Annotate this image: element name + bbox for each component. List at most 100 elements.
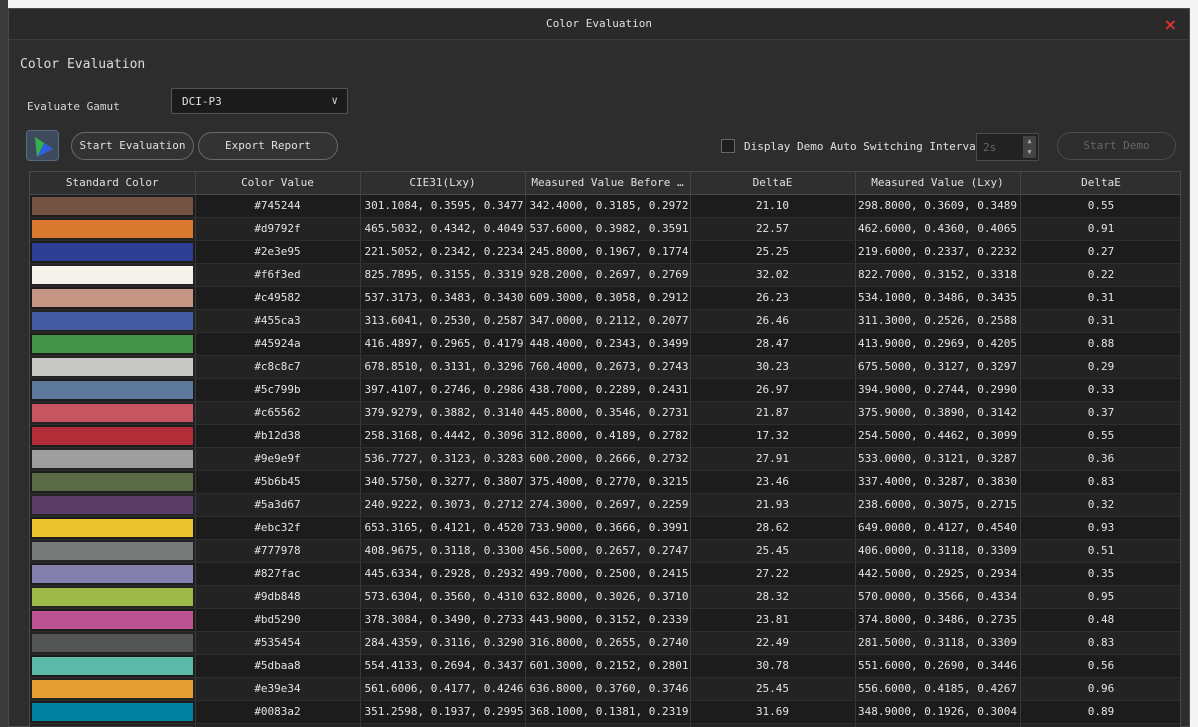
measured-value-cell: 375.9000, 0.3890, 0.3142 [855,401,1021,425]
standard-color-swatch [30,723,196,727]
color-swatch [32,288,193,307]
spin-up-icon[interactable]: ▲ [1023,136,1036,147]
measured-before-cell: 438.7000, 0.2289, 0.2431 [525,378,691,402]
measured-value-cell: 649.0000, 0.4127, 0.4540 [855,516,1021,540]
measured-before-cell: 636.8000, 0.3760, 0.3746 [525,677,691,701]
standard-color-swatch [30,539,196,563]
color-value-cell: #2e3e95 [195,240,361,264]
deltae-cell: 0.83 [1020,631,1180,655]
color-evaluation-dialog: Color Evaluation × Color Evaluation Eval… [8,8,1190,727]
demo-auto-switch-checkbox[interactable] [721,139,735,153]
standard-color-swatch [30,401,196,425]
table-row[interactable]: #e39e34 561.6006, 0.4177, 0.4246 636.8000,… [30,677,1180,701]
table-row[interactable]: #c49582 537.3173, 0.3483, 0.3430 609.3000,… [30,286,1180,310]
deltae-cell: 0.89 [1020,700,1180,724]
table-row[interactable]: #9e9e9f 536.7727, 0.3123, 0.3283 600.2000,… [30,447,1180,471]
table-row[interactable]: #f6f3ed 825.7895, 0.3155, 0.3319 928.2000,… [30,263,1180,287]
color-swatch [32,495,193,514]
col-header-measured-value[interactable]: Measured Value (Lxy) [855,172,1021,195]
table-row[interactable]: #745244 301.1084, 0.3595, 0.3477 342.4000,… [30,194,1180,218]
close-icon[interactable]: × [1164,15,1177,34]
evaluation-table[interactable]: Standard Color Color Value CIE31(Lxy) Me… [29,171,1181,727]
measured-value-cell: 281.5000, 0.3118, 0.3309 [855,631,1021,655]
table-row[interactable]: #363637183.6266, 0.3114, 0.3269204.0000,… [30,723,1180,727]
measured-value-cell: 551.6000, 0.2690, 0.3446 [855,654,1021,678]
cie31-cell: 340.5750, 0.3277, 0.3807 [360,470,526,494]
col-header-measured-before[interactable]: Measured Value Before … [525,172,691,195]
measured-value-cell: 533.0000, 0.3121, 0.3287 [855,447,1021,471]
deltae-cell: 0.35 [1020,562,1180,586]
table-row[interactable]: #5c799b 397.4107, 0.2746, 0.2986 438.7000,… [30,378,1180,402]
cie31-cell: 351.2598, 0.1937, 0.2995 [360,700,526,724]
table-row[interactable]: #45924a 416.4897, 0.2965, 0.4179 448.4000,… [30,332,1180,356]
deltae-cell: 0.31 [1020,309,1180,333]
measured-before-cell: 456.5000, 0.2657, 0.2747 [525,539,691,563]
color-value-cell: #5dbaa8 [195,654,361,678]
table-row[interactable]: #bd5290 378.3084, 0.3490, 0.2733 443.9000,… [30,608,1180,632]
color-value-cell: #b12d38 [195,424,361,448]
table-row[interactable]: #5dbaa8 554.4133, 0.2694, 0.3437 601.3000,… [30,654,1180,678]
deltae-before-cell: 21.93 [690,493,856,517]
table-row[interactable]: #b12d38 258.3168, 0.4442, 0.3096 312.8000,… [30,424,1180,448]
standard-color-swatch [30,240,196,264]
table-row[interactable]: #0083a2 351.2598, 0.1937, 0.2995 368.1000,… [30,700,1180,724]
start-evaluation-button[interactable]: Start Evaluation [71,132,194,160]
cie31-cell: 301.1084, 0.3595, 0.3477 [360,194,526,218]
deltae-cell: 0.83 [1020,470,1180,494]
measured-before-cell: 733.9000, 0.3666, 0.3991 [525,516,691,540]
measured-before-cell: 760.4000, 0.2673, 0.2743 [525,355,691,379]
table-row[interactable]: #2e3e95 221.5052, 0.2342, 0.2234 245.8000,… [30,240,1180,264]
table-row[interactable]: #455ca3 313.6041, 0.2530, 0.2587 347.0000,… [30,309,1180,333]
table-row[interactable]: #5a3d67 240.9222, 0.3073, 0.2712 274.3000,… [30,493,1180,517]
color-value-cell: #e39e34 [195,677,361,701]
color-gamut-icon[interactable] [26,130,59,161]
color-value-cell: #bd5290 [195,608,361,632]
measured-before-cell: 632.8000, 0.3026, 0.3710 [525,585,691,609]
interval-spinner[interactable]: ▲ ▼ [1023,136,1036,158]
cie31-cell: 653.3165, 0.4121, 0.4520 [360,516,526,540]
color-swatch [32,334,193,353]
deltae-cell: 0.32 [1020,493,1180,517]
deltae-cell: 0.22 [1020,263,1180,287]
table-row[interactable]: #ebc32f 653.3165, 0.4121, 0.4520 733.9000,… [30,516,1180,540]
deltae-before-cell: 23.81 [690,608,856,632]
table-row[interactable]: #9db848 573.6304, 0.3560, 0.4310 632.8000,… [30,585,1180,609]
col-header-deltae-before[interactable]: DeltaE [690,172,856,195]
col-header-color-value[interactable]: Color Value [195,172,361,195]
interval-input[interactable]: 2s ▲ ▼ [976,133,1039,161]
color-value-cell: #ebc32f [195,516,361,540]
cie31-cell: 537.3173, 0.3483, 0.3430 [360,286,526,310]
table-row[interactable]: #777978 408.9675, 0.3118, 0.3300 456.5000,… [30,539,1180,563]
measured-before-cell: 443.9000, 0.3152, 0.2339 [525,608,691,632]
table-row[interactable]: #c8c8c7 678.8510, 0.3131, 0.3296 760.4000,… [30,355,1180,379]
standard-color-swatch [30,677,196,701]
measured-value-cell: 534.1000, 0.3486, 0.3435 [855,286,1021,310]
measured-before-cell: 375.4000, 0.2770, 0.3215 [525,470,691,494]
table-row[interactable]: #827fac 445.6334, 0.2928, 0.2932 499.7000,… [30,562,1180,586]
deltae-before-cell: 26.23 [690,286,856,310]
evaluate-gamut-select[interactable]: DCI-P3 ∨ [171,88,348,114]
color-swatch [32,219,193,238]
measured-before-cell: 448.4000, 0.2343, 0.3499 [525,332,691,356]
color-swatch [32,587,193,606]
deltae-cell: 0.93 [1020,516,1180,540]
table-row[interactable]: #5b6b45 340.5750, 0.3277, 0.3807 375.4000,… [30,470,1180,494]
measured-value-cell: 254.5000, 0.4462, 0.3099 [855,424,1021,448]
table-row[interactable]: #c65562 379.9279, 0.3882, 0.3140 445.8000,… [30,401,1180,425]
measured-value-cell: 406.0000, 0.3118, 0.3309 [855,539,1021,563]
deltae-cell: 0.36 [1020,447,1180,471]
spin-down-icon[interactable]: ▼ [1023,147,1036,158]
col-header-cie31[interactable]: CIE31(Lxy) [360,172,526,195]
table-row[interactable]: #d9792f 465.5032, 0.4342, 0.4049 537.6000,… [30,217,1180,241]
cie31-cell: 825.7895, 0.3155, 0.3319 [360,263,526,287]
col-header-deltae[interactable]: DeltaE [1020,172,1180,195]
col-header-standard-color[interactable]: Standard Color [30,172,196,195]
color-value-cell: #5c799b [195,378,361,402]
deltae-cell: 0.48 [1020,608,1180,632]
start-demo-button[interactable]: Start Demo [1057,132,1176,160]
table-row[interactable]: #535454 284.4359, 0.3116, 0.3290 316.8000,… [30,631,1180,655]
export-report-button[interactable]: Export Report [198,132,338,160]
standard-color-swatch [30,355,196,379]
measured-value-cell: 413.9000, 0.2969, 0.4205 [855,332,1021,356]
color-value-cell: #c49582 [195,286,361,310]
